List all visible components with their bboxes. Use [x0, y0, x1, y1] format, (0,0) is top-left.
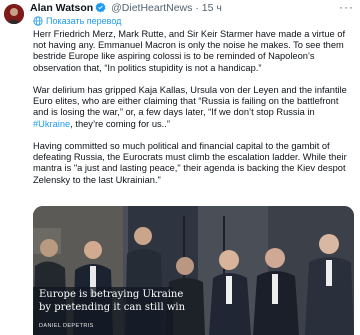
tweet-media-image[interactable]: Europe is betraying Ukraine by pretendin… — [33, 206, 354, 335]
avatar[interactable] — [4, 4, 24, 24]
tweet-body: Herr Friedrich Merz, Mark Rutte, and Sir… — [33, 29, 355, 197]
more-options-icon[interactable]: ··· — [339, 1, 354, 13]
tweet-header: Alan Watson @DietHeartNews · 15 ч — [30, 1, 222, 15]
tweet: Alan Watson @DietHeartNews · 15 ч ··· По… — [0, 0, 360, 335]
translate-link[interactable]: Показать перевод — [33, 16, 121, 29]
separator-dot: · — [195, 2, 199, 14]
tweet-paragraph: Herr Friedrich Merz, Mark Rutte, and Sir… — [33, 29, 346, 73]
author-name[interactable]: Alan Watson — [30, 2, 93, 14]
hashtag-link[interactable]: #Ukraine — [33, 119, 70, 129]
translate-label: Показать перевод — [46, 16, 122, 26]
caption-byline: DANIEL DEPETRIS — [39, 323, 94, 329]
timestamp[interactable]: 15 ч — [202, 2, 222, 14]
globe-icon — [33, 16, 43, 29]
tweet-paragraph: Having committed so much political and f… — [33, 141, 347, 185]
tweet-paragraph: War delirium has gripped Kaja Kallas, Ur… — [33, 85, 355, 130]
author-handle[interactable]: @DietHeartNews — [111, 2, 192, 14]
paragraph-text: , they’re coming for us..” — [70, 118, 170, 129]
caption-line: by pretending it can still win — [39, 302, 186, 313]
verified-badge-icon — [95, 2, 106, 17]
paragraph-text: War delirium has gripped Kaja Kallas, Ur… — [33, 85, 347, 118]
media-caption: Europe is betraying Ukraine by pretendin… — [33, 287, 185, 335]
caption-line: Europe is betraying Ukraine — [39, 289, 184, 300]
